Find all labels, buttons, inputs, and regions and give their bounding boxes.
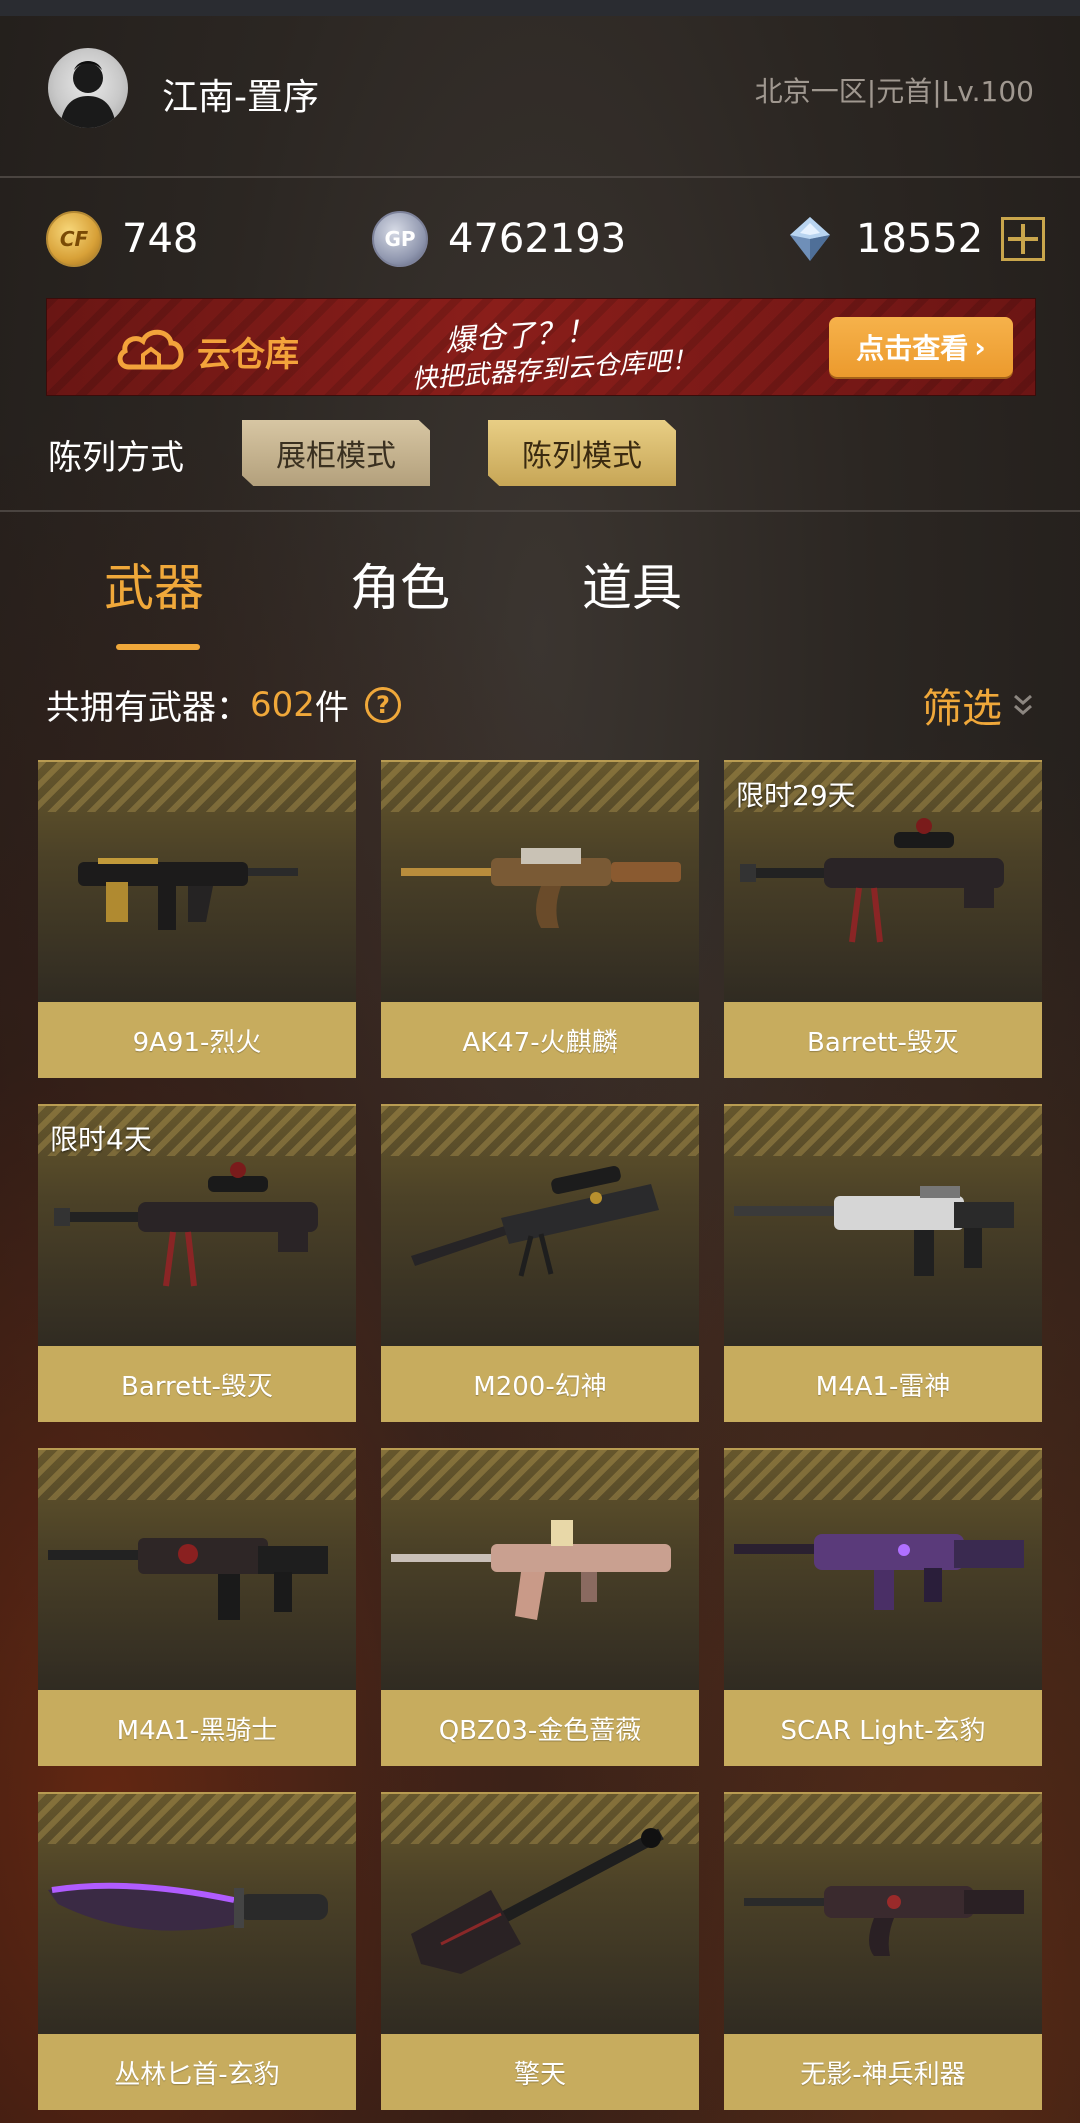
weapon-card[interactable]: M4A1-雷神 [724,1104,1042,1422]
weapon-count: 共拥有武器： 602 件 ? [46,680,401,729]
weapon-card[interactable]: M200-幻神 [381,1104,699,1422]
weapon-name: M4A1-雷神 [724,1346,1042,1422]
time-limit-badge: 限时4天 [50,1123,152,1156]
weapon-name: 擎天 [381,2034,699,2110]
active-tab-indicator [116,644,200,650]
display-mode-button[interactable]: 陈列模式 [488,420,676,486]
diamond-icon [784,213,836,265]
weapon-image [38,1792,356,2034]
weapon-card[interactable]: 擎天 [381,1792,699,2110]
weapon-name: Barrett-毁灭 [38,1346,356,1422]
time-limit-badge: 限时29天 [736,779,856,812]
gp-points-value: 4762193 [448,216,627,262]
weapon-card[interactable]: QBZ03-金色蔷薇 [381,1448,699,1766]
add-diamonds-button[interactable] [1001,217,1046,261]
weapon-card[interactable]: 丛林匕首-玄豹 [38,1792,356,2110]
weapon-count-number: 602 [250,684,315,725]
tab-items[interactable]: 道具 [582,548,682,620]
sniper-rifle-icon [411,1166,659,1277]
shovel-icon [411,1828,664,1974]
chevron-right-icon: › [974,330,986,364]
weapon-card[interactable]: 无影-神兵利器 [724,1792,1042,2110]
status-bar [0,0,1080,16]
weapon-image [381,1448,699,1690]
knife-icon [48,1882,328,1931]
showcase-mode-button[interactable]: 展柜模式 [242,420,430,486]
server-info: 北京一区|元首|Lv.100 [754,75,1034,108]
weapon-name: SCAR Light-玄豹 [724,1690,1042,1766]
weapon-name: 丛林匕首-玄豹 [38,2034,356,2110]
tab-weapons[interactable]: 武器 [104,548,204,620]
tab-characters[interactable]: 角色 [350,548,450,620]
weapon-name: 9A91-烈火 [38,1002,356,1078]
weapon-image [381,760,699,1002]
weapon-card[interactable]: 限时4天 Barrett-毁灭 [38,1104,356,1422]
weapon-grid: 9A91-烈火 AK47-火麒麟 限时29天 Barrett-毁灭 限时4天 B… [38,760,1042,2110]
weapon-image [38,760,356,1002]
cloud-house-icon [117,329,184,370]
divider [0,510,1080,512]
weapon-card[interactable]: AK47-火麒麟 [381,760,699,1078]
weapon-image [724,1448,1042,1690]
weapon-name: QBZ03-金色蔷薇 [381,1690,699,1766]
cf-coin-icon: CF [46,211,102,267]
filter-button[interactable]: 筛选 [922,676,1034,734]
help-icon[interactable]: ? [364,686,401,723]
cloud-storage-title: 云仓库 [197,335,299,375]
rifle-icon [744,1886,1024,1956]
diamonds: 18552 [784,206,1046,272]
weapon-image [724,1104,1042,1346]
smg-icon [78,858,298,930]
assault-rifle-icon [734,1534,1024,1610]
weapon-name: M4A1-黑骑士 [38,1690,356,1766]
assault-rifle-icon [48,1538,328,1620]
username: 江南-置序 [162,77,319,118]
weapon-image [724,1792,1042,2034]
avatar[interactable] [48,48,128,128]
double-chevron-down-icon [1014,694,1032,715]
weapon-name: M200-幻神 [381,1346,699,1422]
gp-coin-icon: GP [372,211,428,267]
weapon-card[interactable]: M4A1-黑骑士 [38,1448,356,1766]
user-silhouette-icon [60,61,116,128]
weapon-image [381,1104,699,1346]
weapon-card[interactable]: 限时29天 Barrett-毁灭 [724,760,1042,1078]
cloud-storage-banner[interactable]: 云仓库 爆仓了？！ 快把武器存到云仓库吧！ 点击查看 › [46,298,1036,396]
weapon-card[interactable]: 9A91-烈火 [38,760,356,1078]
rifle-icon [401,848,681,928]
weapon-name: 无影-神兵利器 [724,2034,1042,2110]
weapon-image [38,1448,356,1690]
weapon-name: AK47-火麒麟 [381,1002,699,1078]
profile-header: 江南-置序 北京一区|元首|Lv.100 [0,16,1080,178]
diamonds-value: 18552 [856,216,984,262]
gp-points: GP 4762193 [372,206,626,272]
weapon-image [381,1792,699,2034]
assault-rifle-icon [734,1186,1014,1276]
cf-points-value: 748 [122,216,199,262]
display-mode-label: 陈列方式 [48,438,184,478]
rifle-icon [391,1520,671,1620]
weapon-name: Barrett-毁灭 [724,1002,1042,1078]
view-button[interactable]: 点击查看 › [829,317,1013,377]
weapon-card[interactable]: SCAR Light-玄豹 [724,1448,1042,1766]
cf-points: CF 748 [46,206,198,272]
